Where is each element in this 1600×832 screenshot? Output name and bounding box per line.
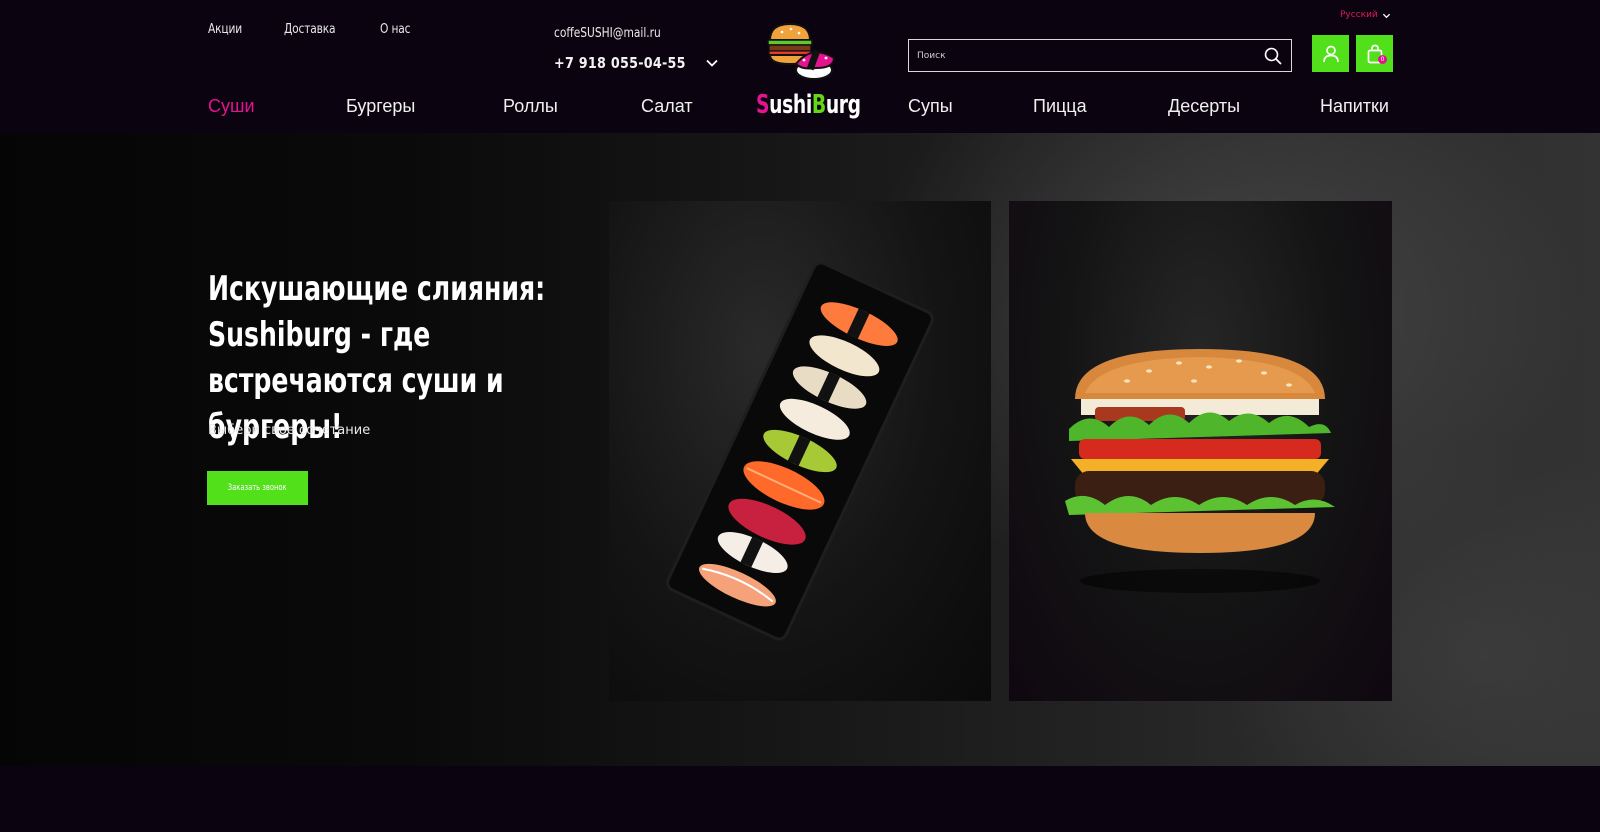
order-call-button[interactable]: Заказать звонок	[207, 471, 308, 505]
logo[interactable]: SushiBurg	[756, 20, 861, 124]
nav-item-pizza[interactable]: Пицца	[1033, 96, 1087, 117]
order-call-label: Заказать звонок	[228, 483, 287, 493]
user-icon	[1322, 45, 1339, 62]
contact-email[interactable]: coffeSUSHI@mail.ru	[554, 26, 661, 41]
phone-dropdown[interactable]: +7 918 055-04-55	[554, 54, 719, 72]
top-link-delivery[interactable]: Доставка	[284, 22, 336, 37]
search-box	[908, 39, 1292, 72]
top-link-about[interactable]: О нас	[380, 22, 410, 37]
nav-item-burgers[interactable]: Бургеры	[346, 96, 415, 117]
sushi-image	[609, 201, 991, 701]
cart-count-badge: 0	[1378, 55, 1387, 64]
page-bottom-band	[0, 766, 1600, 832]
nav-item-soups[interactable]: Супы	[908, 96, 953, 117]
nav-item-salad[interactable]: Салат	[641, 96, 693, 117]
language-select[interactable]: Русский	[1340, 10, 1391, 20]
chevron-down-icon	[1382, 13, 1390, 18]
language-label: Русский	[1340, 10, 1378, 20]
account-button[interactable]	[1312, 35, 1349, 72]
logo-text: SushiBurg	[756, 90, 861, 120]
sushi-plate-illustration	[666, 261, 934, 641]
hero-section: Искушающие слияния: Sushiburg - где встр…	[0, 133, 1600, 766]
search-icon[interactable]	[1263, 46, 1283, 66]
burger-image	[1009, 201, 1392, 701]
header: Акции Доставка О нас coffeSUSHI@mail.ru …	[0, 0, 1600, 133]
contact-phone[interactable]: +7 918 055-04-55	[554, 54, 686, 72]
nav-item-desserts[interactable]: Десерты	[1168, 96, 1240, 117]
cart-button[interactable]: 0	[1356, 35, 1393, 72]
nav-item-rolls[interactable]: Роллы	[503, 96, 558, 117]
top-link-promotions[interactable]: Акции	[208, 22, 242, 37]
chevron-down-icon[interactable]	[705, 56, 719, 70]
hero-subtitle: Выбери свое сочетание	[208, 423, 371, 438]
logo-illustration	[767, 22, 836, 80]
top-links: Акции Доставка О нас	[208, 22, 417, 37]
contact-block: coffeSUSHI@mail.ru +7 918 055-04-55	[554, 24, 719, 72]
nav-item-sushi[interactable]: Суши	[208, 96, 255, 117]
nav-item-drinks[interactable]: Напитки	[1320, 96, 1389, 117]
search-input[interactable]	[917, 50, 1263, 61]
burger-illustration	[1065, 349, 1335, 593]
